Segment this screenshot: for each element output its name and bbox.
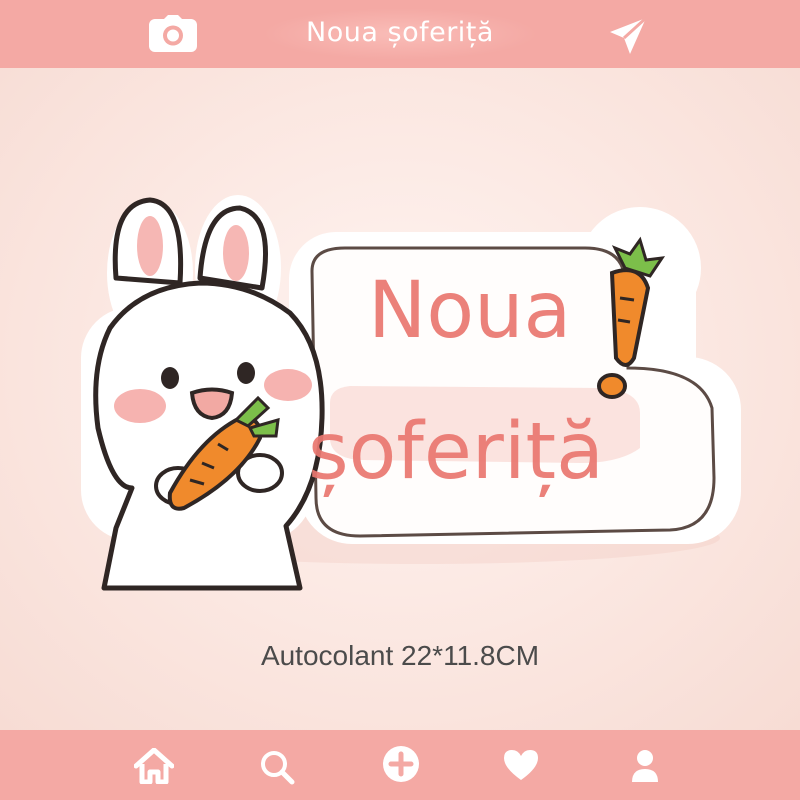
top-bar: Noua șoferiță xyxy=(0,0,800,68)
product-image-area: Noua șoferiță Autocolant 22*11.8CM xyxy=(0,68,800,730)
product-caption: Autocolant 22*11.8CM xyxy=(260,640,540,671)
search-icon[interactable] xyxy=(258,748,296,786)
heart-icon[interactable] xyxy=(502,748,540,782)
sticker-artwork xyxy=(81,195,741,591)
user-icon[interactable] xyxy=(630,748,660,784)
plus-circle-icon[interactable] xyxy=(381,744,421,784)
bottom-nav-bar xyxy=(0,730,800,800)
send-icon[interactable] xyxy=(608,16,648,56)
sticker-text-line2: șoferiță xyxy=(308,407,604,497)
sticker-text-line1: Noua xyxy=(368,266,572,356)
home-icon[interactable] xyxy=(133,747,175,785)
page-title: Noua șoferiță xyxy=(306,17,494,48)
